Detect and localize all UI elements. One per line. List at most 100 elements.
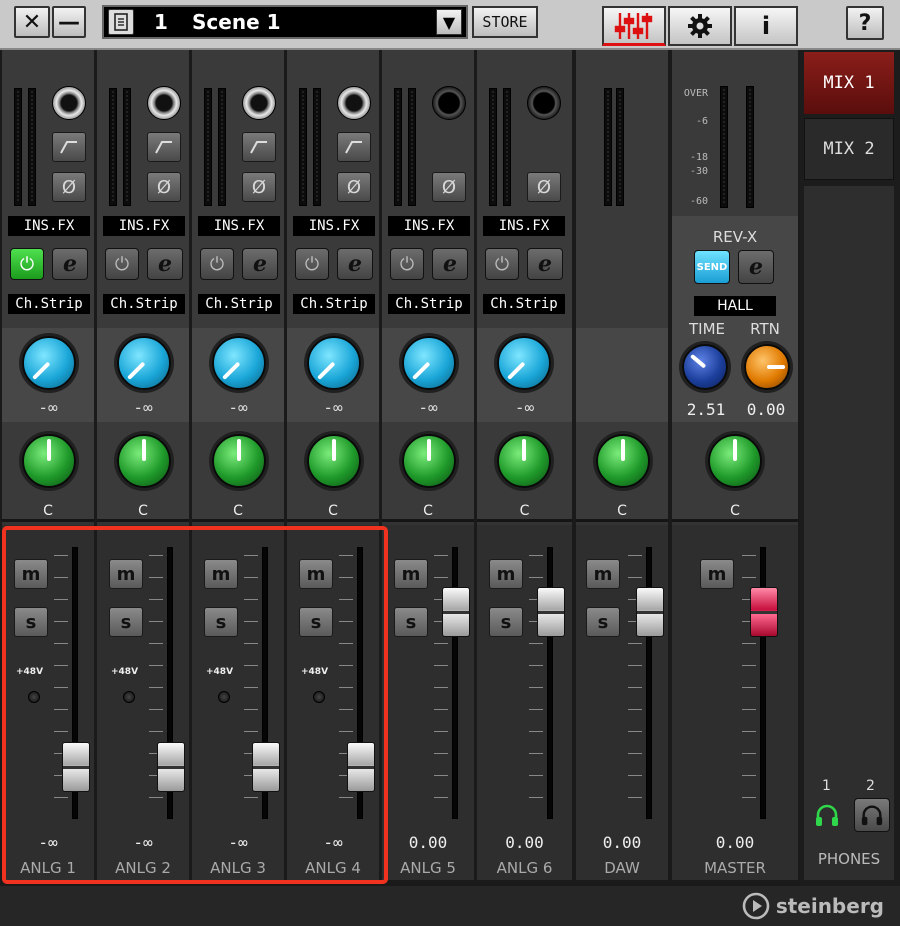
scene-number: 1 bbox=[154, 10, 168, 34]
tab-mix-2[interactable]: MIX 2 bbox=[804, 118, 894, 180]
ins-fx-power-button[interactable]: ⏻ bbox=[485, 248, 519, 280]
fader-handle[interactable] bbox=[347, 742, 375, 793]
document-icon[interactable] bbox=[108, 9, 134, 35]
tab-mixer[interactable] bbox=[602, 6, 666, 46]
scene-dropdown-button[interactable]: ▼ bbox=[436, 9, 462, 35]
pan-knob[interactable] bbox=[596, 434, 650, 488]
phantom-power-button[interactable] bbox=[123, 691, 135, 703]
mute-button[interactable]: m bbox=[109, 559, 143, 589]
mute-button[interactable]: m bbox=[394, 559, 428, 589]
hpf-button[interactable] bbox=[147, 132, 181, 162]
send-knob[interactable] bbox=[402, 336, 456, 390]
ins-fx-power-button[interactable]: ⏻ bbox=[390, 248, 424, 280]
send-knob[interactable] bbox=[307, 336, 361, 390]
pan-knob[interactable] bbox=[402, 434, 456, 488]
tab-settings[interactable] bbox=[668, 6, 732, 46]
ins-fx-power-button[interactable]: ⏻ bbox=[295, 248, 329, 280]
ch-strip-label[interactable]: Ch.Strip bbox=[388, 294, 470, 314]
scene-selector[interactable]: 1 Scene 1 ▼ bbox=[102, 5, 468, 39]
phase-button[interactable]: Ø bbox=[337, 172, 371, 202]
ins-fx-label: INS.FX bbox=[198, 216, 280, 236]
mute-button[interactable]: m bbox=[586, 559, 620, 589]
store-button[interactable]: STORE bbox=[472, 6, 538, 38]
ins-fx-edit-button[interactable]: e bbox=[337, 248, 373, 280]
hpf-button[interactable] bbox=[242, 132, 276, 162]
hpf-button[interactable] bbox=[52, 132, 86, 162]
ch-strip-label[interactable]: Ch.Strip bbox=[198, 294, 280, 314]
phase-icon: Ø bbox=[251, 176, 267, 198]
phantom-power-button[interactable] bbox=[218, 691, 230, 703]
ins-fx-power-button[interactable]: ⏻ bbox=[10, 248, 44, 280]
send-knob[interactable] bbox=[497, 336, 551, 390]
solo-button[interactable]: s bbox=[14, 607, 48, 637]
hpf-button[interactable] bbox=[337, 132, 371, 162]
mute-button[interactable]: m bbox=[204, 559, 238, 589]
send-knob[interactable] bbox=[22, 336, 76, 390]
solo-button[interactable]: s bbox=[204, 607, 238, 637]
pan-knob[interactable] bbox=[117, 434, 171, 488]
pan-knob[interactable] bbox=[708, 434, 762, 488]
ins-fx-edit-button[interactable]: e bbox=[432, 248, 468, 280]
ins-fx-edit-button[interactable]: e bbox=[527, 248, 563, 280]
solo-button[interactable]: s bbox=[586, 607, 620, 637]
send-knob[interactable] bbox=[212, 336, 266, 390]
close-button[interactable]: ✕ bbox=[14, 6, 50, 38]
ch-strip-label[interactable]: Ch.Strip bbox=[483, 294, 565, 314]
mute-button[interactable]: m bbox=[700, 559, 734, 589]
ins-fx-edit-button[interactable]: e bbox=[52, 248, 88, 280]
help-button[interactable]: ? bbox=[846, 6, 884, 40]
channel-name: ANLG 1 bbox=[20, 859, 76, 877]
solo-button[interactable]: s bbox=[109, 607, 143, 637]
fader-handle[interactable] bbox=[62, 742, 90, 793]
mute-button[interactable]: m bbox=[489, 559, 523, 589]
level-meter bbox=[28, 88, 36, 206]
fader-handle[interactable] bbox=[442, 586, 470, 637]
phase-button[interactable]: Ø bbox=[52, 172, 86, 202]
solo-button[interactable]: s bbox=[489, 607, 523, 637]
pan-knob[interactable] bbox=[212, 434, 266, 488]
fader-handle[interactable] bbox=[636, 586, 664, 637]
ins-fx-power-button[interactable]: ⏻ bbox=[105, 248, 139, 280]
scale-tick bbox=[149, 731, 163, 732]
level-meter bbox=[14, 88, 22, 206]
tab-info[interactable]: i bbox=[734, 6, 798, 46]
pan-knob[interactable] bbox=[497, 434, 551, 488]
reverb-type[interactable]: HALL bbox=[694, 296, 776, 316]
reverb-edit-button[interactable]: e bbox=[738, 250, 774, 284]
pan-knob[interactable] bbox=[22, 434, 76, 488]
ins-fx-power-button[interactable]: ⏻ bbox=[200, 248, 234, 280]
channel-strip-1: Ø INS.FX ⏻ e Ch.Strip -∞ C m s +48V -∞ A… bbox=[2, 50, 96, 880]
tab-mix-1[interactable]: MIX 1 bbox=[804, 52, 894, 114]
fader-handle[interactable] bbox=[537, 586, 565, 637]
reverb-return-knob[interactable] bbox=[744, 344, 790, 390]
minimize-button[interactable]: — bbox=[52, 6, 86, 38]
scale-tick bbox=[244, 665, 258, 666]
headphones-2-button[interactable] bbox=[854, 798, 890, 832]
ins-fx-edit-button[interactable]: e bbox=[147, 248, 183, 280]
send-button[interactable]: SEND bbox=[694, 250, 730, 284]
ch-strip-label[interactable]: Ch.Strip bbox=[103, 294, 185, 314]
ins-fx-edit-button[interactable]: e bbox=[242, 248, 278, 280]
phase-button[interactable]: Ø bbox=[432, 172, 466, 202]
meter-label: -6 bbox=[695, 116, 708, 127]
master-fader-handle[interactable] bbox=[750, 586, 778, 637]
solo-button[interactable]: s bbox=[394, 607, 428, 637]
fader-handle[interactable] bbox=[252, 742, 280, 793]
phantom-power-button[interactable] bbox=[28, 691, 40, 703]
send-knob[interactable] bbox=[117, 336, 171, 390]
mute-button[interactable]: m bbox=[299, 559, 333, 589]
headphones-icon[interactable] bbox=[814, 802, 840, 832]
solo-button[interactable]: s bbox=[299, 607, 333, 637]
ch-strip-label[interactable]: Ch.Strip bbox=[8, 294, 90, 314]
ch-strip-label[interactable]: Ch.Strip bbox=[293, 294, 375, 314]
reverb-time-knob[interactable] bbox=[682, 344, 728, 390]
mute-button[interactable]: m bbox=[14, 559, 48, 589]
fader-handle[interactable] bbox=[157, 742, 185, 793]
phantom-power-button[interactable] bbox=[313, 691, 325, 703]
pan-knob[interactable] bbox=[307, 434, 361, 488]
ins-fx-label: INS.FX bbox=[483, 216, 565, 236]
channel-name: MASTER bbox=[704, 859, 766, 877]
phase-button[interactable]: Ø bbox=[242, 172, 276, 202]
phase-button[interactable]: Ø bbox=[147, 172, 181, 202]
phase-button[interactable]: Ø bbox=[527, 172, 561, 202]
